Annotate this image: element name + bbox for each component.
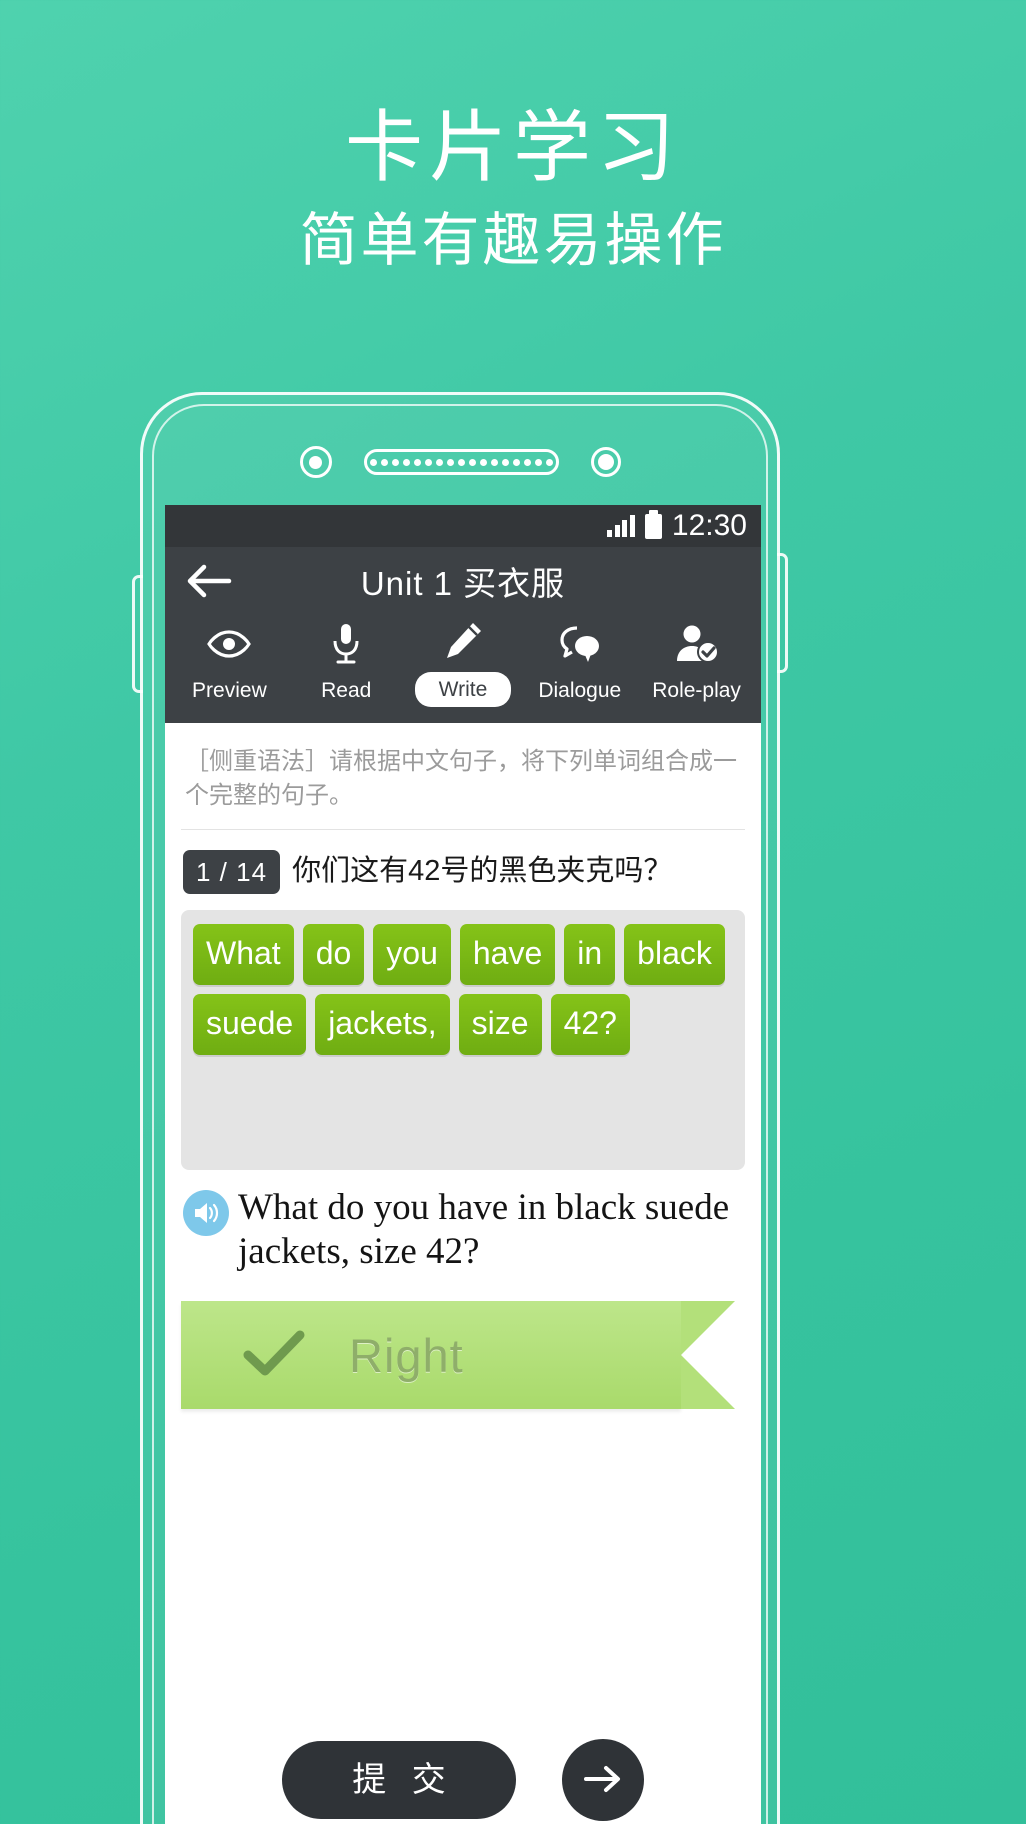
word-tile[interactable]: jackets, bbox=[315, 994, 450, 1056]
promo-headline: 卡片学习 bbox=[344, 103, 681, 191]
submit-button[interactable]: 提 交 bbox=[282, 1741, 516, 1819]
arrow-right-icon bbox=[581, 1759, 625, 1802]
mode-tabbar: Preview Read Write Dialogue Role-play bbox=[165, 615, 761, 723]
exercise-instruction: ［侧重语法］请根据中文句子，将下列单词组合成一个完整的句子。 bbox=[181, 723, 745, 831]
exercise-content: ［侧重语法］请根据中文句子，将下列单词组合成一个完整的句子。 1 / 14 你们… bbox=[165, 723, 761, 1410]
result-banner-wrap: Right bbox=[181, 1279, 745, 1410]
word-tile[interactable]: have bbox=[459, 924, 556, 986]
phone-mockup: 12:30 Unit 1 买衣服 Preview Read Write Dial… bbox=[132, 392, 788, 1824]
word-tile[interactable]: suede bbox=[193, 994, 307, 1056]
speaker-grille-icon bbox=[363, 449, 559, 475]
phone-top-hardware bbox=[143, 441, 777, 483]
status-bar-clock: 12:30 bbox=[671, 509, 747, 542]
app-bar: Unit 1 买衣服 bbox=[165, 547, 761, 615]
back-arrow-icon[interactable] bbox=[183, 559, 233, 603]
phone-right-button bbox=[777, 553, 788, 673]
result-label: Right bbox=[349, 1328, 464, 1382]
speech-bubbles-icon bbox=[557, 621, 603, 667]
tab-write[interactable]: Write bbox=[405, 615, 522, 715]
battery-icon bbox=[644, 509, 662, 539]
bottom-action-bar: 提 交 bbox=[165, 1705, 761, 1824]
pencil-icon bbox=[442, 619, 484, 665]
page-title: Unit 1 买衣服 bbox=[360, 565, 566, 602]
eye-icon bbox=[206, 621, 252, 667]
speaker-volume-icon[interactable] bbox=[183, 1190, 229, 1237]
tab-label-dialogue: Dialogue bbox=[538, 679, 622, 702]
question-prompt-chinese: 你们这有42号的黑色夹克吗？ bbox=[292, 855, 673, 888]
word-tile[interactable]: black bbox=[624, 924, 725, 986]
proximity-sensor-icon bbox=[590, 447, 621, 477]
word-tile[interactable]: you bbox=[373, 924, 451, 986]
check-mark-icon bbox=[243, 1329, 305, 1382]
tab-preview[interactable]: Preview bbox=[171, 615, 288, 715]
word-tile[interactable]: size bbox=[458, 994, 542, 1056]
question-row: 1 / 14 你们这有42号的黑色夹克吗？ bbox=[181, 830, 745, 910]
answer-row: What do you have in black suede jackets,… bbox=[181, 1170, 745, 1279]
tab-label-roleplay: Role-play bbox=[652, 679, 741, 702]
word-tile[interactable]: in bbox=[564, 924, 616, 986]
tab-label-read: Read bbox=[321, 679, 372, 702]
tab-roleplay[interactable]: Role-play bbox=[638, 615, 755, 715]
promo-headline-block: 卡片学习 简单有趣易操作 bbox=[0, 108, 1026, 270]
phone-screen: 12:30 Unit 1 买衣服 Preview Read Write Dial… bbox=[165, 505, 761, 1824]
camera-icon bbox=[299, 446, 332, 478]
answer-sentence: What do you have in black suede jackets,… bbox=[238, 1187, 730, 1272]
person-check-icon bbox=[674, 621, 720, 667]
tab-label-write: Write bbox=[414, 672, 512, 707]
next-button[interactable] bbox=[561, 1739, 644, 1821]
word-tile[interactable]: What bbox=[193, 924, 294, 986]
word-tile[interactable]: do bbox=[302, 924, 365, 986]
tab-dialogue[interactable]: Dialogue bbox=[521, 615, 638, 715]
tab-label-preview: Preview bbox=[192, 679, 267, 702]
phone-left-button bbox=[132, 575, 143, 693]
word-tile[interactable]: 42? bbox=[550, 994, 630, 1056]
status-bar: 12:30 bbox=[165, 505, 761, 547]
tab-read[interactable]: Read bbox=[288, 615, 405, 715]
signal-bars-icon bbox=[607, 515, 635, 537]
question-counter-badge: 1 / 14 bbox=[183, 850, 281, 895]
result-banner: Right bbox=[181, 1301, 735, 1410]
word-tile-tray[interactable]: What do you have in black suede jackets,… bbox=[181, 910, 745, 1171]
microphone-icon bbox=[331, 621, 361, 667]
promo-subheadline: 简单有趣易操作 bbox=[299, 208, 727, 273]
